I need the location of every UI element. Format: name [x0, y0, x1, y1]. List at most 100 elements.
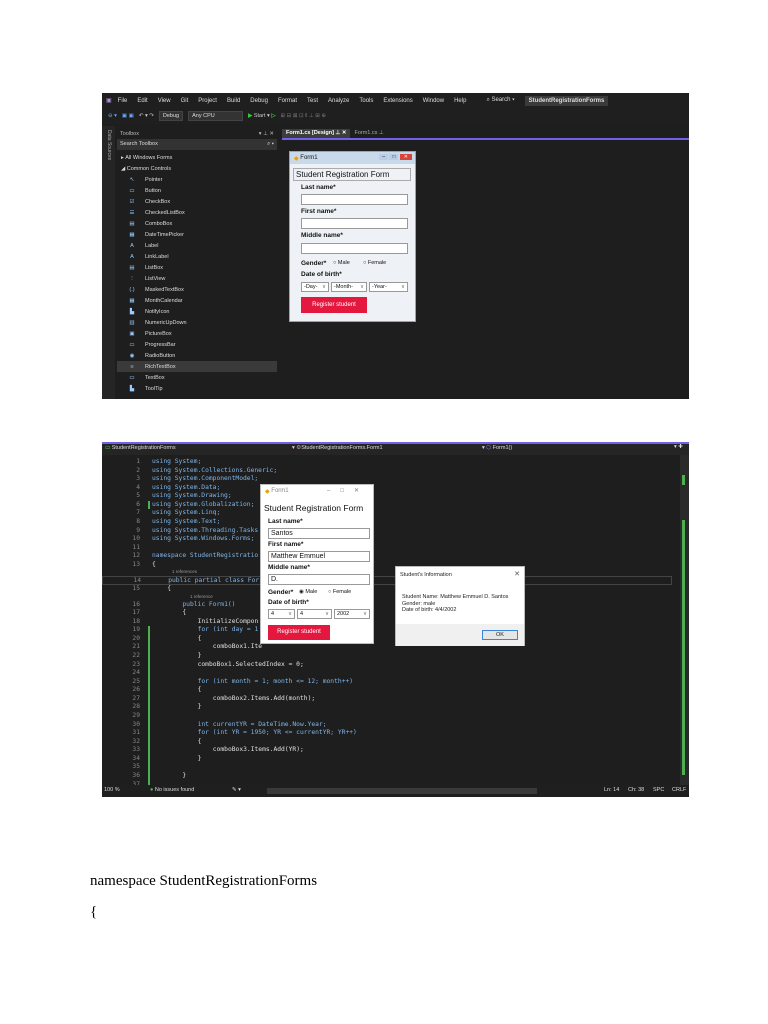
code-editor[interactable]: 1 using System; 2 using System.Collections.… — [102, 455, 680, 794]
codelens-references[interactable]: 1 references — [172, 569, 197, 574]
male-radio[interactable]: ○ Male — [333, 260, 350, 266]
toolbox-item-maskedtextbox[interactable]: (.) MaskedTextBox — [117, 284, 277, 295]
close-icon[interactable]: ✕ — [514, 570, 520, 578]
toolbox-item-label: ToolTip — [145, 385, 163, 392]
project-dropdown[interactable]: ▭ StudentRegistrationForms — [105, 445, 176, 451]
toolbox-item-notifyicon[interactable]: ▙ NotifyIcon — [117, 306, 277, 317]
toolbox-item-richtextbox[interactable]: ≡ RichTextBox — [117, 361, 277, 372]
female-radio[interactable]: ○ Female — [328, 589, 351, 595]
first-name-input[interactable]: Matthew Emmuel — [268, 551, 370, 562]
code-text: using System.Linq; — [152, 509, 221, 517]
search-button[interactable]: ⌕ Search ▾ — [486, 97, 514, 104]
toolbox-item-textbox[interactable]: ▭ TextBox — [117, 372, 277, 383]
toolbox-item-checkbox[interactable]: ☑ CheckBox — [117, 196, 277, 207]
split-icon[interactable]: ▾ ✚ — [674, 444, 683, 450]
line-number: 31 — [132, 729, 140, 737]
menu-debug[interactable]: Debug — [250, 98, 268, 104]
middle-name-input[interactable]: D. — [268, 574, 370, 585]
issues-status[interactable]: ● No issues found — [150, 787, 194, 793]
first-name-input[interactable] — [301, 218, 408, 229]
class-dropdown[interactable]: ▾ ⚙StudentRegistrationForms.Form1 — [292, 445, 383, 451]
toolbox-item-datetimepicker[interactable]: ▦ DateTimePicker — [117, 229, 277, 240]
menu-analyze[interactable]: Analyze — [328, 98, 349, 104]
toolbox-item-button[interactable]: ▭ Button — [117, 185, 277, 196]
male-radio[interactable]: ◉ Male — [299, 589, 317, 595]
toolbox-item-tooltip[interactable]: ▙ ToolTip — [117, 383, 277, 394]
save-icon[interactable]: ▣ ▣ — [122, 113, 134, 119]
tab-form1-code[interactable]: Form1.cs ⊥ — [350, 129, 387, 138]
undo-icon[interactable]: ↶ ▾ ↷ — [139, 113, 154, 119]
toolbox-item-monthcalendar[interactable]: ▦ MonthCalendar — [117, 295, 277, 306]
menu-help[interactable]: Help — [454, 98, 466, 104]
toolbox-item-numericupdown[interactable]: ▥ NumericUpDown — [117, 317, 277, 328]
group-common-controls[interactable]: ◢ Common Controls — [117, 163, 277, 174]
toolbox-item-label: RichTextBox — [145, 363, 176, 370]
line-endings[interactable]: CRLF — [672, 787, 686, 793]
toolbox-item-listbox[interactable]: ▤ ListBox — [117, 262, 277, 273]
running-form-window[interactable]: ◆ Form1 –□✕ Student Registration Form La… — [260, 484, 374, 644]
toolbox-item-progressbar[interactable]: ▭ ProgressBar — [117, 339, 277, 350]
line-number: 1 — [136, 458, 140, 465]
panel-controls-icon[interactable]: ▾ ⊥ ✕ — [259, 131, 274, 137]
register-student-button[interactable]: Register student — [301, 297, 367, 313]
toolbox-item-radiobutton[interactable]: ◉ RadioButton — [117, 350, 277, 361]
toolbox-item-label[interactable]: A Label — [117, 240, 277, 251]
toolbox-item-pointer[interactable]: ↖ Pointer — [117, 174, 277, 185]
designer-form[interactable]: ◆ Form1 – □ ✕ Student Registration Form … — [289, 151, 416, 322]
form-icon: ◆ — [265, 488, 270, 495]
code-text: namespace StudentRegistratio — [152, 552, 259, 560]
data-sources-strip[interactable]: Data Sources — [102, 126, 115, 399]
menu-edit[interactable]: Edit — [137, 98, 147, 104]
platform-select[interactable]: Any CPU — [188, 111, 244, 121]
menu-view[interactable]: View — [158, 98, 171, 104]
member-dropdown[interactable]: ▾ ⬡ Form1() — [482, 445, 512, 451]
female-radio[interactable]: ○ Female — [363, 260, 386, 266]
code-text: } — [197, 703, 202, 711]
code-text: using System; — [152, 458, 202, 465]
code-text: { — [197, 634, 202, 642]
month-select[interactable]: -Month- ∨ — [331, 282, 367, 292]
menu-build[interactable]: Build — [227, 98, 240, 104]
brush-icon[interactable]: ✎ ▾ — [232, 787, 241, 793]
horizontal-scrollbar[interactable] — [267, 788, 537, 794]
code-text: using System.Data; — [152, 483, 221, 491]
line-number: 32 — [132, 737, 140, 745]
vertical-scrollbar[interactable] — [680, 455, 689, 785]
middle-name-input[interactable] — [301, 243, 408, 254]
toolbox-item-listview[interactable]: ⋮ ListView — [117, 273, 277, 284]
configuration-select[interactable]: Debug — [158, 111, 184, 121]
window-buttons[interactable]: –□✕ — [327, 487, 369, 494]
start-button[interactable]: ▶ Start ▾ ▷ — [248, 113, 275, 119]
group-all-windows-forms[interactable]: ▸ All Windows Forms — [117, 152, 277, 163]
menu-tools[interactable]: Tools — [359, 98, 373, 104]
register-student-button[interactable]: Register student — [268, 625, 330, 640]
toolbox-item-checkedlistbox[interactable]: ☰ CheckedListBox — [117, 207, 277, 218]
toolbox-item-combobox[interactable]: ▤ ComboBox — [117, 218, 277, 229]
zoom-level[interactable]: 100 % — [104, 787, 120, 793]
tab-form1-design[interactable]: Form1.cs [Design] ⊥ ✕ — [282, 129, 351, 138]
toolbox-item-linklabel[interactable]: A LinkLabel — [117, 251, 277, 262]
ok-button[interactable]: OK — [482, 630, 518, 640]
menu-window[interactable]: Window — [423, 98, 444, 104]
menu-test[interactable]: Test — [307, 98, 318, 104]
month-select[interactable]: 4 ∨ — [297, 609, 332, 619]
last-name-input[interactable]: Santos — [268, 528, 370, 539]
day-select[interactable]: -Day- ∨ — [301, 282, 329, 292]
codelens-references[interactable]: 1 reference — [190, 594, 213, 599]
toolbox-item-picturebox[interactable]: ▣ PictureBox — [117, 328, 277, 339]
toolbox-item-label: ProgressBar — [145, 341, 176, 348]
year-select[interactable]: -Year- ∨ — [369, 282, 408, 292]
day-select[interactable]: 4 ∨ — [268, 609, 295, 619]
menu-git[interactable]: Git — [181, 98, 189, 104]
toolbox-search-input[interactable]: Search Toolbox ⌕ ▾ — [117, 139, 277, 150]
whitespace-mode[interactable]: SPC — [653, 787, 664, 793]
combobox-icon: ▤ — [129, 220, 135, 227]
year-select[interactable]: 2002 ∨ — [334, 609, 370, 619]
back-icon[interactable]: ⊖ ▾ — [108, 113, 117, 119]
menu-file[interactable]: File — [118, 98, 128, 104]
menu-format[interactable]: Format — [278, 98, 297, 104]
last-name-input[interactable] — [301, 194, 408, 205]
progressbar-icon: ▭ — [129, 341, 135, 348]
menu-project[interactable]: Project — [198, 98, 217, 104]
menu-extensions[interactable]: Extensions — [383, 98, 412, 104]
